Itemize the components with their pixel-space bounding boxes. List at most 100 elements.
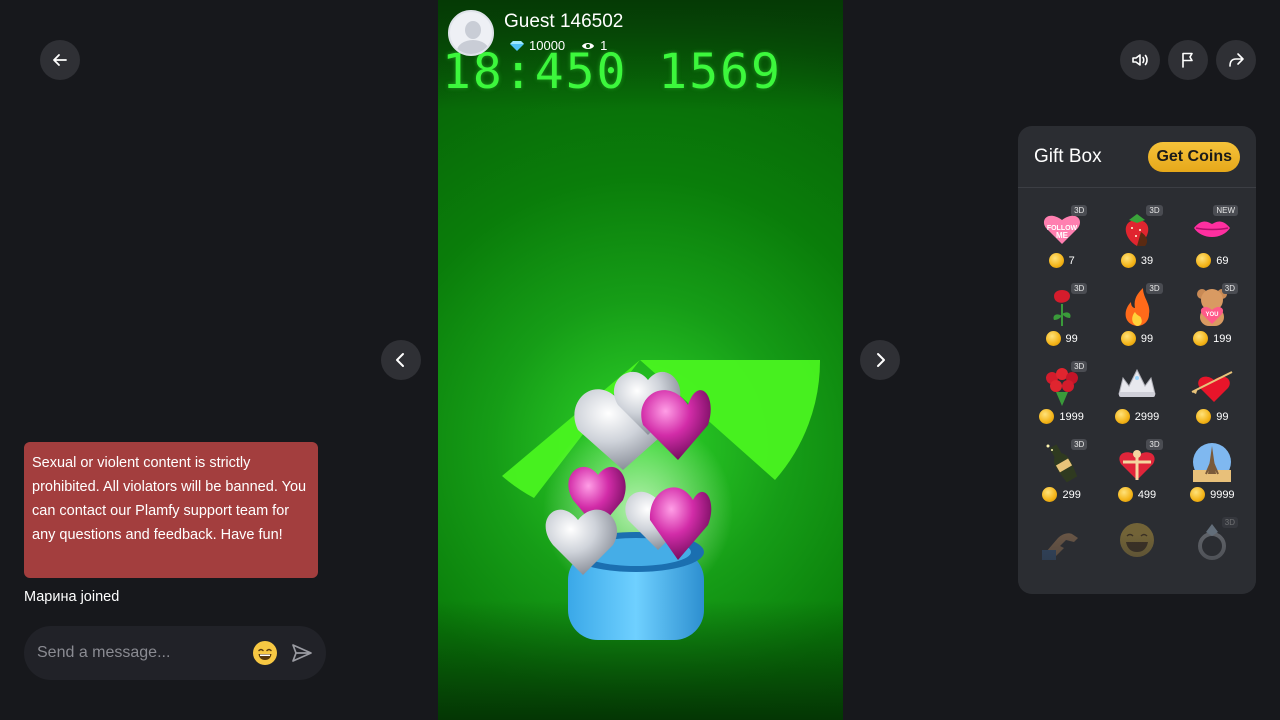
streamer-avatar[interactable]: [448, 10, 494, 56]
viewers-count: 1: [600, 38, 608, 53]
gift-box-panel: Gift Box Get Coins 3D FOLLOW ME 7 3D 39 NEW 69 3…: [1018, 126, 1256, 594]
gift-ring[interactable]: 3D: [1175, 514, 1250, 586]
emoji-icon[interactable]: [252, 640, 278, 666]
coin-icon: [1117, 487, 1133, 502]
coin-icon: [1048, 253, 1064, 268]
hand-icon: [1040, 518, 1084, 562]
coin-icon: [1120, 331, 1136, 346]
live-stream-page: 18:450 1569 Guest 146502 10000 1 Sexual …: [0, 0, 1280, 720]
arrow-left-icon: [53, 54, 67, 66]
next-stream-button[interactable]: [860, 340, 900, 380]
coin-icon: [1190, 487, 1206, 502]
gift-fire[interactable]: 3D 99: [1099, 280, 1174, 352]
diamond-icon: [510, 40, 524, 51]
gift-badge: 3D: [1146, 205, 1163, 216]
gift-price: 499: [1117, 487, 1157, 502]
message-composer: [24, 626, 326, 680]
arrow-heart-icon: [1190, 362, 1234, 406]
viewers-stat: 1: [581, 38, 607, 53]
gift-price: 99: [1045, 331, 1078, 346]
gift-badge: 3D: [1071, 283, 1088, 294]
gift-badge: 3D: [1221, 283, 1238, 294]
gift-price-value: 7: [1068, 254, 1075, 267]
eiffel-globe-icon: [1190, 440, 1234, 484]
gift-box-header: Gift Box Get Coins: [1018, 126, 1256, 188]
gift-price: 7: [1048, 253, 1075, 268]
gift-eiffel-globe[interactable]: 9999: [1175, 436, 1250, 508]
coin-icon: [1120, 253, 1136, 268]
gift-badge: 3D: [1071, 439, 1088, 450]
streamer-stats: 10000 1: [510, 38, 623, 53]
chevron-right-icon: [877, 353, 885, 367]
share-arrow-icon: [1229, 53, 1244, 67]
coin-icon: [1042, 487, 1058, 502]
gift-price: 39: [1120, 253, 1154, 268]
gift-teddy-bear[interactable]: 3D YOU 199: [1175, 280, 1250, 352]
gift-lips[interactable]: NEW 69: [1175, 202, 1250, 274]
gift-rose[interactable]: 3D 99: [1024, 280, 1099, 352]
sound-button[interactable]: [1120, 40, 1160, 80]
gift-badge: 3D: [1146, 439, 1163, 450]
tiara-icon: [1115, 362, 1159, 406]
gift-price-value: 99: [1216, 410, 1229, 423]
gift-price-value: 99: [1140, 332, 1154, 345]
gift-price-value: 2999: [1134, 410, 1160, 423]
gift-price: 9999: [1190, 487, 1235, 502]
diamonds-count: 10000: [529, 38, 566, 53]
balloons-gift-animation: [543, 371, 733, 640]
gift-price-value: 499: [1137, 488, 1157, 501]
laughing-face-icon: [1115, 518, 1159, 562]
get-coins-button[interactable]: Get Coins: [1148, 141, 1240, 172]
chevron-left-icon: [396, 353, 404, 367]
coin-icon: [1196, 253, 1212, 268]
gift-price: 1999: [1039, 409, 1084, 424]
eye-icon: [582, 42, 595, 49]
gift-badge: 3D: [1071, 205, 1088, 216]
gift-price-value: 69: [1216, 254, 1229, 267]
gift-grid: 3D FOLLOW ME 7 3D 39 NEW 69 3D 99 3D 99 3D YOU 199 3D 19…: [1018, 188, 1256, 586]
gift-price-value: 99: [1065, 332, 1078, 345]
gift-champagne[interactable]: 3D 299: [1024, 436, 1099, 508]
gift-heart-gift-box[interactable]: 3D 499: [1099, 436, 1174, 508]
gift-badge: 3D: [1071, 361, 1088, 372]
gift-hand[interactable]: [1024, 514, 1099, 586]
gift-follow-me-heart[interactable]: 3D FOLLOW ME 7: [1024, 202, 1099, 274]
gift-arrow-heart[interactable]: 99: [1175, 358, 1250, 430]
streamer-info[interactable]: Guest 146502 10000 1: [448, 10, 623, 56]
send-icon[interactable]: [290, 641, 314, 665]
coin-icon: [1114, 409, 1130, 424]
gift-price: 99: [1120, 331, 1154, 346]
gift-box-title: Gift Box: [1034, 145, 1102, 167]
gift-badge: NEW: [1213, 205, 1238, 216]
speaker-icon: [1132, 54, 1148, 66]
back-button[interactable]: [40, 40, 80, 80]
gift-price: 199: [1193, 331, 1232, 346]
gift-strawberry[interactable]: 3D 39: [1099, 202, 1174, 274]
coin-icon: [1196, 409, 1212, 424]
coin-icon: [1193, 331, 1209, 346]
message-input[interactable]: [37, 644, 252, 662]
report-button[interactable]: [1168, 40, 1208, 80]
svg-text:ME: ME: [1056, 231, 1069, 240]
gift-rose-bouquet[interactable]: 3D 1999: [1024, 358, 1099, 430]
coin-icon: [1045, 331, 1061, 346]
previous-stream-button[interactable]: [381, 340, 421, 380]
video-stream[interactable]: 18:450 1569: [438, 0, 843, 720]
gift-badge: 3D: [1221, 517, 1238, 528]
gift-price: 69: [1196, 253, 1228, 268]
gift-price: 2999: [1114, 409, 1160, 424]
gift-price-value: 1999: [1059, 410, 1084, 423]
gift-price-value: 39: [1140, 254, 1154, 267]
flag-icon: [1182, 52, 1193, 68]
share-button[interactable]: [1216, 40, 1256, 80]
gift-laughing-face[interactable]: [1099, 514, 1174, 586]
gift-price-value: 299: [1062, 488, 1081, 501]
gift-tiara[interactable]: 2999: [1099, 358, 1174, 430]
gift-price: 99: [1196, 409, 1228, 424]
chat-join-message: Марина joined: [24, 589, 120, 605]
moderation-notice: Sexual or violent content is strictly pr…: [24, 442, 318, 578]
gift-price-value: 9999: [1210, 488, 1235, 501]
coin-icon: [1039, 409, 1055, 424]
diamonds-stat: 10000: [510, 38, 565, 53]
streamer-name: Guest 146502: [504, 11, 624, 32]
